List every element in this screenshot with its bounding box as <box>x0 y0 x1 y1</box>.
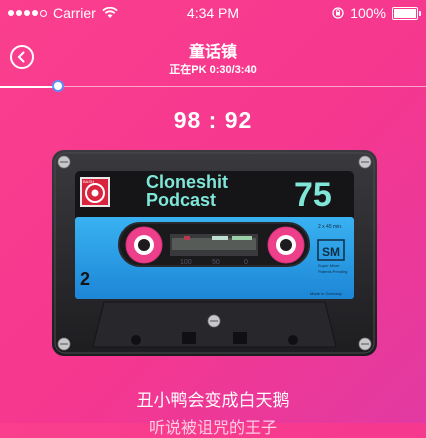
tape-name: Podcast <box>146 190 216 210</box>
tape-brand: Cloneshit <box>146 172 228 192</box>
lyric-next: 听说被诅咒的王子 <box>148 420 277 437</box>
tape-patents: Patents Pending <box>318 269 347 274</box>
counter-100: 100 <box>180 259 192 266</box>
status-right: 100% <box>332 5 421 21</box>
pk-status: 正在PK 0:30/3:40 <box>169 64 257 76</box>
progress-fill <box>0 86 58 88</box>
status-bar: Carrier 4:34 PM 100% <box>0 0 426 26</box>
lyric-current: 丑小鸭会变成白天鹅 <box>136 391 290 410</box>
tape-badge-sub: Super Mixer <box>318 263 340 268</box>
tape-side: 2 <box>80 269 90 289</box>
page-title: 童话镇 <box>188 44 237 61</box>
battery-icon <box>392 6 421 20</box>
tape-number: 75 <box>294 176 332 214</box>
tape-duration: 2 x 45 min. <box>318 224 342 230</box>
tape-badge: SM <box>322 245 340 259</box>
progress-track[interactable] <box>0 86 426 87</box>
pk-score: 98 : 92 <box>173 107 253 133</box>
tape-made-in: Made in Germany <box>310 291 342 296</box>
battery-percent: 100% <box>350 5 386 21</box>
label-logo-text: BASH <box>83 179 94 184</box>
counter-0: 0 <box>244 259 248 266</box>
cassette-tape: BASH Cloneshit Podcast 75 100 50 0 2 2 x… <box>52 150 377 356</box>
rotation-lock-icon <box>332 7 344 19</box>
counter-50: 50 <box>212 259 220 266</box>
progress-knob[interactable] <box>53 82 62 90</box>
